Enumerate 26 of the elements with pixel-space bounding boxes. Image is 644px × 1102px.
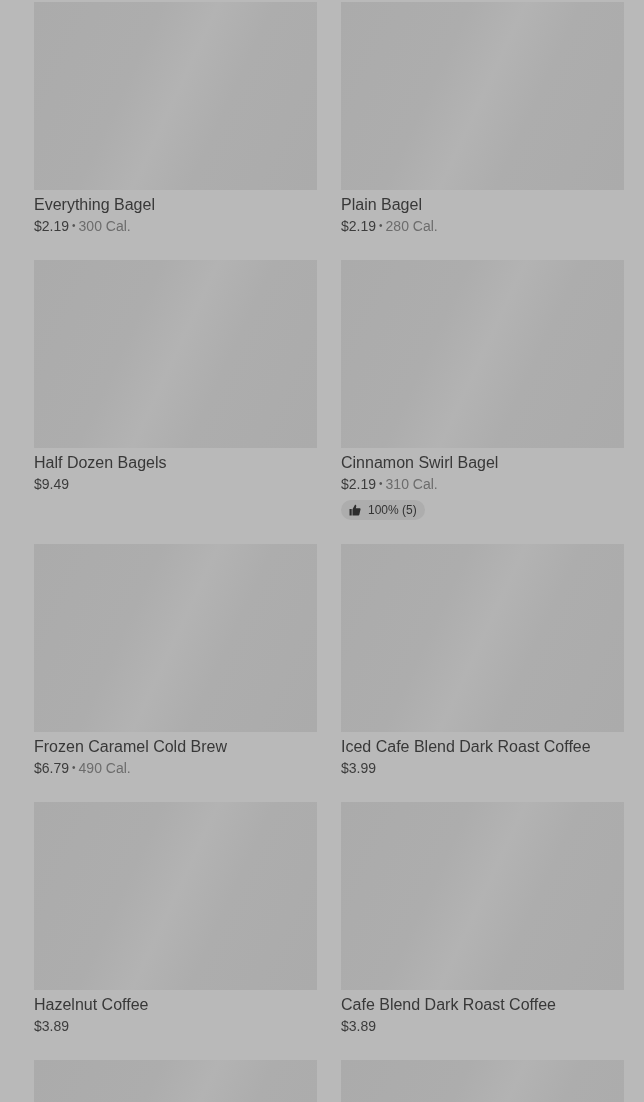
item-name[interactable]: Half Dozen Bagels [34, 452, 167, 474]
separator-dot: • [379, 219, 383, 233]
item-name[interactable]: Cinnamon Swirl Bagel [341, 452, 499, 474]
item-price: $3.89 [341, 1017, 377, 1036]
separator-dot: • [379, 477, 383, 491]
item-price: $3.99 [341, 759, 377, 778]
item-calories: 300 Cal. [78, 217, 131, 236]
item-name[interactable]: Hazelnut Coffee [34, 994, 149, 1016]
separator-dot: • [72, 219, 76, 233]
item-price: $3.89 [34, 1017, 70, 1036]
item-name[interactable]: Iced Cafe Blend Dark Roast Coffee [341, 736, 591, 758]
item-name[interactable]: Frozen Caramel Cold Brew [34, 736, 227, 758]
thumbs-up-icon [349, 504, 361, 516]
item-name[interactable]: Cafe Blend Dark Roast Coffee [341, 994, 556, 1016]
item-calories: 280 Cal. [385, 217, 438, 236]
rating-text: 100% (5) [368, 503, 417, 517]
item-name[interactable]: Everything Bagel [34, 194, 155, 216]
item-price: $2.19 [341, 475, 377, 494]
item-price: $2.19 [34, 217, 70, 236]
item-price: $2.19 [341, 217, 377, 236]
item-calories: 310 Cal. [385, 475, 438, 494]
separator-dot: • [72, 761, 76, 775]
item-name[interactable]: Plain Bagel [341, 194, 422, 216]
item-price: $9.49 [34, 475, 70, 494]
item-calories: 490 Cal. [78, 759, 131, 778]
item-price: $6.79 [34, 759, 70, 778]
